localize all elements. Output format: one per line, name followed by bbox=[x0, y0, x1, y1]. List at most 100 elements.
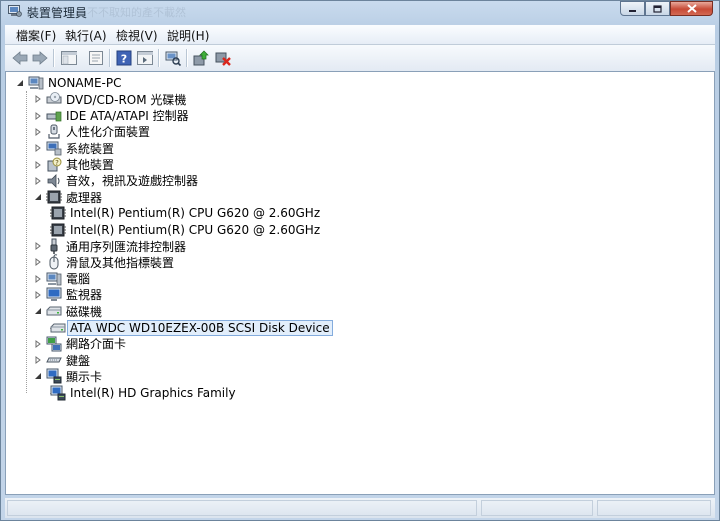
scan-hardware-icon bbox=[165, 51, 181, 66]
menu-help[interactable]: 說明(H) bbox=[167, 27, 209, 44]
help-icon: ? bbox=[116, 50, 132, 66]
tree-item-label: 滑鼠及其他指標裝置 bbox=[66, 255, 175, 270]
tree-category[interactable]: 鍵盤 bbox=[33, 352, 90, 368]
expand-arrow-icon[interactable] bbox=[33, 143, 43, 153]
properties-icon bbox=[89, 51, 103, 65]
tree-device[interactable]: Intel(R) Pentium(R) CPU G620 @ 2.60GHz bbox=[50, 222, 320, 238]
expand-arrow-icon[interactable] bbox=[33, 241, 43, 251]
expand-arrow-icon[interactable] bbox=[33, 339, 43, 349]
disk-drive-icon bbox=[50, 320, 66, 336]
mouse-icon bbox=[46, 254, 62, 270]
tree-category[interactable]: 磁碟機 bbox=[33, 303, 102, 319]
tree-category[interactable]: ? 其他裝置 bbox=[33, 157, 114, 173]
close-button[interactable] bbox=[670, 1, 713, 16]
expand-arrow-icon[interactable] bbox=[33, 176, 43, 186]
tree-category[interactable]: 處理器 bbox=[33, 189, 102, 205]
disk-drive-icon bbox=[46, 303, 62, 319]
tree-category[interactable]: 顯示卡 bbox=[33, 368, 102, 384]
caption-buttons bbox=[620, 1, 713, 17]
processor-icon bbox=[50, 222, 66, 238]
tree-device[interactable]: Intel(R) HD Graphics Family bbox=[50, 385, 236, 401]
tree-item-label: 鍵盤 bbox=[66, 353, 91, 368]
collapse-arrow-icon[interactable] bbox=[33, 371, 43, 381]
tree-root[interactable]: NONAME-PC bbox=[15, 75, 122, 91]
tree-category[interactable]: 人性化介面裝置 bbox=[33, 124, 150, 140]
expand-arrow-icon[interactable] bbox=[33, 290, 43, 300]
tree-item-label: Intel(R) HD Graphics Family bbox=[70, 385, 236, 400]
expand-arrow-icon[interactable] bbox=[33, 160, 43, 170]
properties-button[interactable] bbox=[87, 49, 105, 67]
monitor-icon bbox=[46, 287, 62, 303]
tree-item-label: 網路介面卡 bbox=[66, 337, 127, 352]
tree-device-selected[interactable]: ATA WDC WD10EZEX-00B SCSI Disk Device bbox=[50, 319, 333, 336]
tree-category[interactable]: DVD/CD-ROM 光碟機 bbox=[33, 91, 186, 107]
tree-category[interactable]: 滑鼠及其他指標裝置 bbox=[33, 254, 174, 270]
processor-icon bbox=[50, 205, 66, 221]
update-driver-icon bbox=[193, 50, 209, 66]
svg-text:?: ? bbox=[121, 53, 127, 66]
action-pane-icon bbox=[137, 51, 153, 65]
tree-item-label: 系統裝置 bbox=[66, 141, 115, 156]
tree-category[interactable]: IDE ATA/ATAPI 控制器 bbox=[33, 108, 189, 124]
tree-category[interactable]: 音效，視訊及遊戲控制器 bbox=[33, 173, 198, 189]
collapse-arrow-icon[interactable] bbox=[15, 78, 25, 88]
collapse-arrow-icon[interactable] bbox=[33, 192, 43, 202]
usb-icon bbox=[46, 238, 62, 254]
action-pane-button[interactable] bbox=[136, 49, 154, 67]
back-button[interactable] bbox=[11, 49, 29, 67]
menu-file[interactable]: 檔案(F) bbox=[16, 27, 56, 44]
tree-item-label: 磁碟機 bbox=[66, 304, 103, 319]
expand-arrow-icon[interactable] bbox=[33, 111, 43, 121]
title-bar[interactable]: 裝置管理員 不不取知的產不載然 bbox=[1, 1, 719, 21]
ide-controller-icon bbox=[46, 108, 62, 124]
hid-icon bbox=[46, 124, 62, 140]
uninstall-button[interactable] bbox=[214, 49, 232, 67]
expand-arrow-icon[interactable] bbox=[33, 94, 43, 104]
minimize-button[interactable] bbox=[620, 1, 645, 16]
network-adapter-icon bbox=[46, 336, 62, 352]
display-adapter-icon bbox=[46, 368, 62, 384]
device-manager-icon bbox=[8, 5, 22, 17]
computer-icon bbox=[28, 75, 44, 91]
tree-category[interactable]: 網路介面卡 bbox=[33, 336, 126, 352]
tree-item-label: 處理器 bbox=[66, 190, 103, 205]
status-pane-2 bbox=[481, 500, 593, 516]
keyboard-icon bbox=[46, 352, 62, 368]
tree-device[interactable]: Intel(R) Pentium(R) CPU G620 @ 2.60GHz bbox=[50, 205, 320, 221]
system-devices-icon bbox=[46, 140, 62, 156]
tree-category[interactable]: 監視器 bbox=[33, 287, 102, 303]
close-icon bbox=[686, 4, 697, 13]
tree-item-label: Intel(R) Pentium(R) CPU G620 @ 2.60GHz bbox=[70, 222, 321, 237]
minimize-icon bbox=[629, 9, 636, 12]
tree-category[interactable]: 電腦 bbox=[33, 271, 90, 287]
collapse-arrow-icon[interactable] bbox=[33, 306, 43, 316]
tree-item-label: Intel(R) Pentium(R) CPU G620 @ 2.60GHz bbox=[70, 206, 321, 221]
tree-item-label: 人性化介面裝置 bbox=[66, 125, 151, 140]
title-ghost-text: 不不取知的產不載然 bbox=[87, 6, 186, 19]
expand-arrow-icon[interactable] bbox=[33, 355, 43, 365]
computer-icon bbox=[46, 271, 62, 287]
menu-view[interactable]: 檢視(V) bbox=[116, 27, 158, 44]
tree-item-label: 電腦 bbox=[66, 272, 91, 287]
tree-item-label: 音效，視訊及遊戲控制器 bbox=[66, 174, 199, 189]
expand-arrow-icon[interactable] bbox=[33, 274, 43, 284]
expand-arrow-icon[interactable] bbox=[33, 127, 43, 137]
tree-category[interactable]: 通用序列匯流排控制器 bbox=[33, 238, 186, 254]
help-button[interactable]: ? bbox=[115, 49, 133, 67]
device-tree[interactable]: NONAME-PC DVD/CD-ROM 光碟機 IDE ATA/ATAPI 控制器… bbox=[5, 71, 715, 495]
window-title: 裝置管理員 bbox=[27, 6, 88, 20]
update-driver-button[interactable] bbox=[192, 49, 210, 67]
display-adapter-icon bbox=[50, 385, 66, 401]
sound-icon bbox=[46, 173, 62, 189]
scan-hardware-button[interactable] bbox=[164, 49, 182, 67]
maximize-button[interactable] bbox=[645, 1, 670, 16]
tree-category[interactable]: 系統裝置 bbox=[33, 140, 114, 156]
menu-bar: 檔案(F) 執行(A) 檢視(V) 說明(H) bbox=[5, 25, 715, 45]
forward-button[interactable] bbox=[31, 49, 49, 67]
back-icon bbox=[12, 51, 28, 65]
console-tree-button[interactable] bbox=[60, 49, 78, 67]
menu-action[interactable]: 執行(A) bbox=[65, 27, 107, 44]
toolbar: ? bbox=[5, 45, 715, 72]
expand-arrow-icon[interactable] bbox=[33, 257, 43, 267]
tree-item-label: DVD/CD-ROM 光碟機 bbox=[66, 92, 187, 107]
